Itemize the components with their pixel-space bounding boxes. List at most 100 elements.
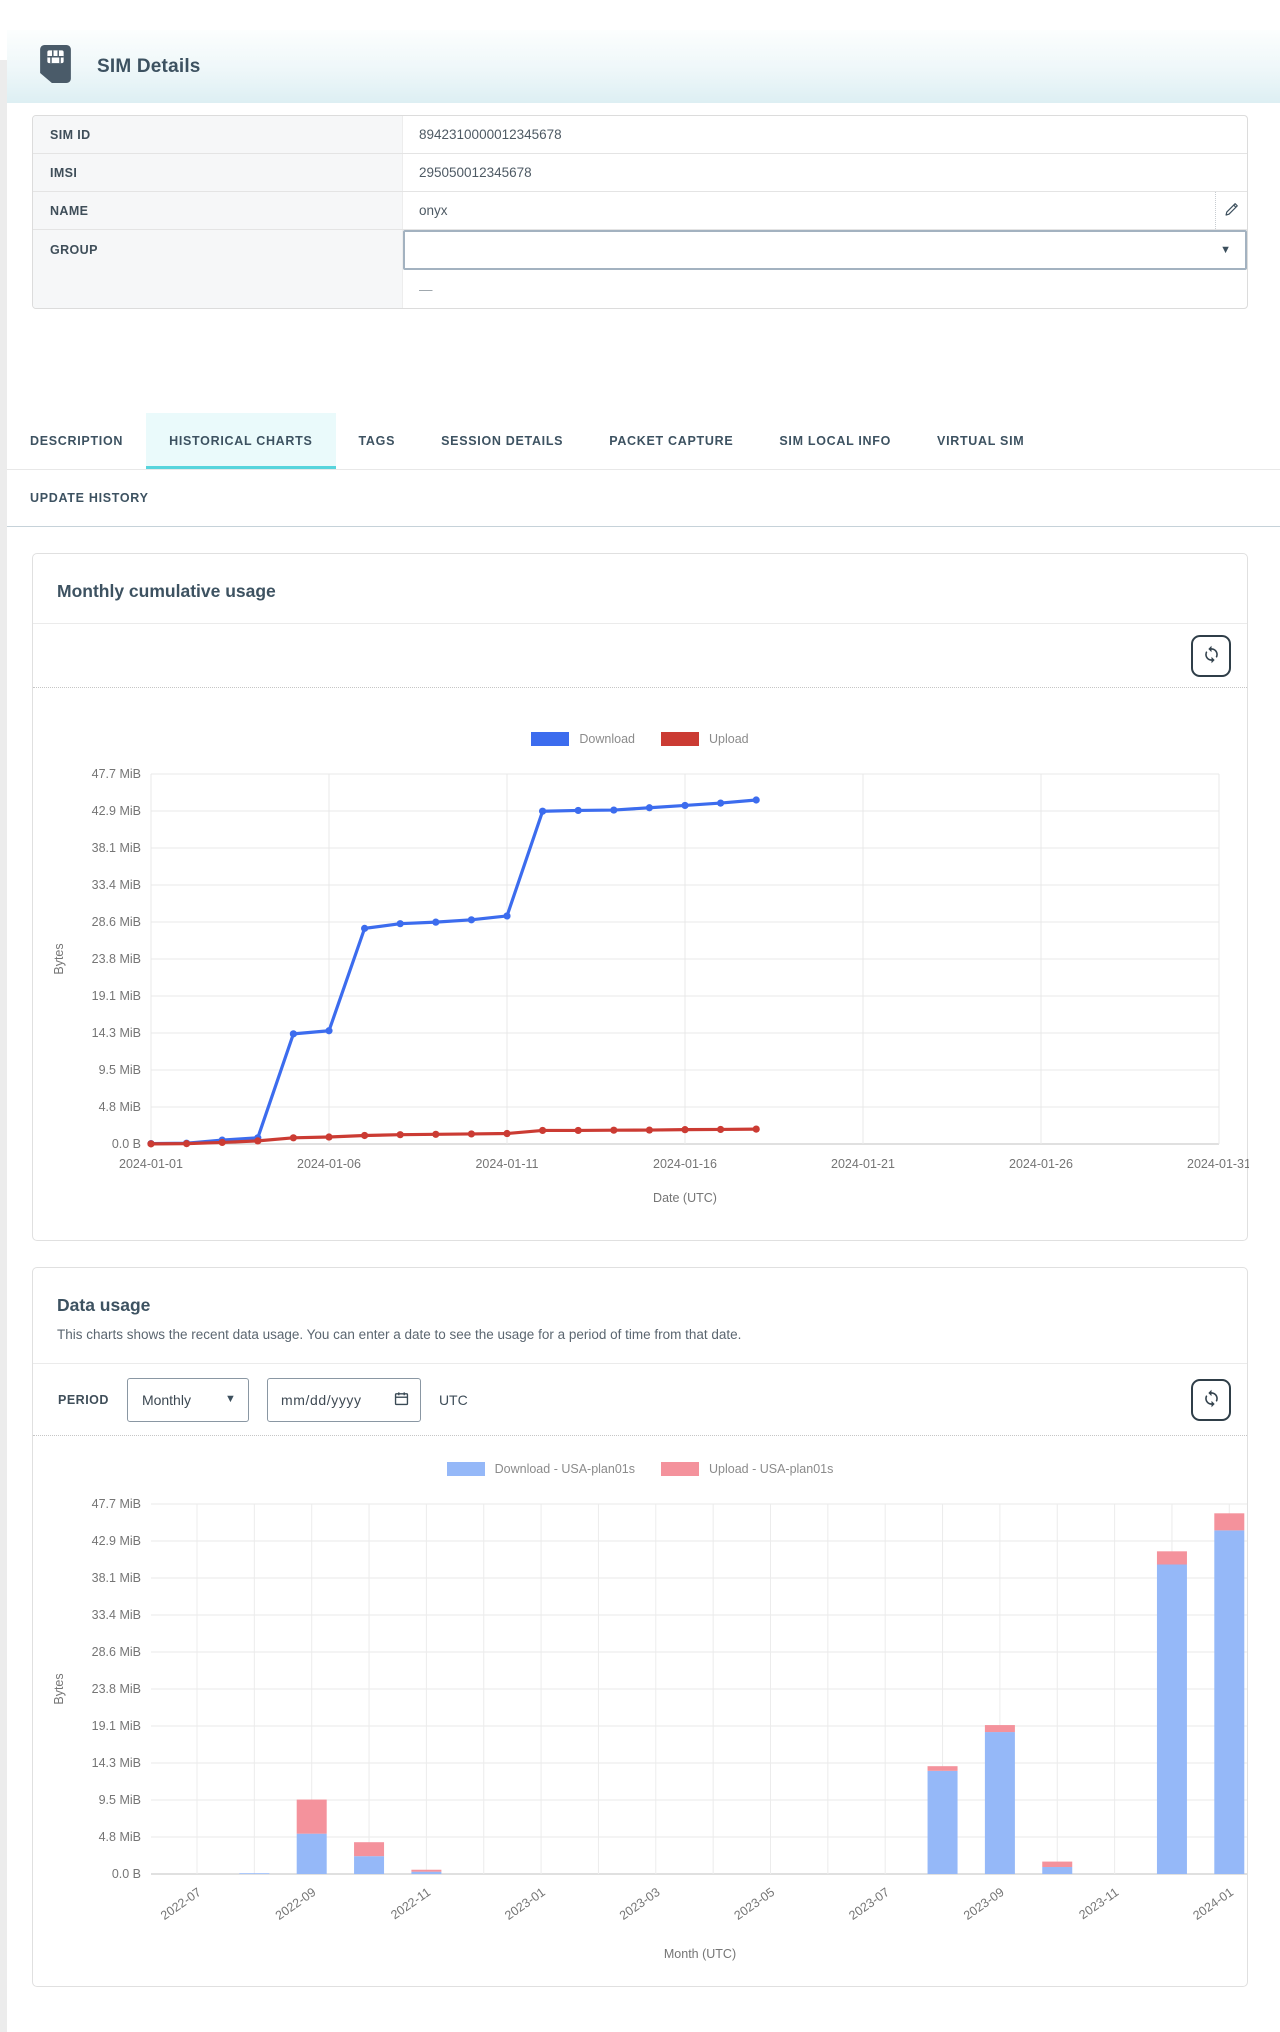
- edit-name-button[interactable]: [1215, 192, 1247, 229]
- calendar-icon: [393, 1390, 410, 1410]
- svg-text:28.6 MiB: 28.6 MiB: [92, 915, 141, 929]
- legend-item[interactable]: Upload - USA-plan01s: [661, 1462, 833, 1476]
- cumulative-chart-legend: Download Upload: [33, 732, 1247, 746]
- svg-text:Month (UTC): Month (UTC): [664, 1947, 736, 1961]
- period-select[interactable]: Monthly ▼: [127, 1378, 249, 1422]
- usage-bar-chart: 0.0 B4.8 MiB9.5 MiB14.3 MiB19.1 MiB23.8 …: [33, 1492, 1249, 1964]
- tab-sim-local-info[interactable]: SIM LOCAL INFO: [756, 413, 914, 469]
- tab-packet-capture[interactable]: PACKET CAPTURE: [586, 413, 756, 469]
- svg-text:2024-01: 2024-01: [1190, 1885, 1236, 1923]
- cumulative-line-chart: 0.0 B4.8 MiB9.5 MiB14.3 MiB19.1 MiB23.8 …: [33, 762, 1249, 1218]
- svg-text:2023-07: 2023-07: [846, 1885, 892, 1923]
- table-row-sim-id: SIM ID 8942310000012345678: [33, 116, 1247, 154]
- legend-item[interactable]: Upload: [661, 732, 749, 746]
- legend-label: Download - USA-plan01s: [495, 1462, 635, 1476]
- svg-text:Bytes: Bytes: [52, 943, 66, 974]
- name-value-cell: onyx: [403, 192, 1247, 229]
- svg-text:2023-09: 2023-09: [961, 1885, 1007, 1923]
- period-label: PERIOD: [58, 1393, 109, 1407]
- svg-text:38.1 MiB: 38.1 MiB: [92, 1571, 141, 1585]
- svg-text:33.4 MiB: 33.4 MiB: [92, 1608, 141, 1622]
- svg-text:Bytes: Bytes: [52, 1673, 66, 1704]
- timezone-label: UTC: [439, 1392, 468, 1408]
- svg-text:Date (UTC): Date (UTC): [653, 1191, 717, 1205]
- svg-text:42.9 MiB: 42.9 MiB: [92, 1534, 141, 1548]
- legend-item[interactable]: Download - USA-plan01s: [447, 1462, 635, 1476]
- svg-text:19.1 MiB: 19.1 MiB: [92, 989, 141, 1003]
- svg-text:23.8 MiB: 23.8 MiB: [92, 952, 141, 966]
- imsi-value: 295050012345678: [403, 154, 1247, 191]
- date-input[interactable]: mm/dd/yyyy: [267, 1378, 421, 1422]
- svg-text:0.0 B: 0.0 B: [112, 1867, 141, 1881]
- page-left-strip: [0, 60, 7, 2032]
- sim-info-table: SIM ID 8942310000012345678 IMSI 29505001…: [32, 115, 1248, 309]
- cumulative-usage-card: Monthly cumulative usage DownloadUpload …: [32, 553, 1248, 1241]
- sim-id-value: 8942310000012345678: [403, 116, 1247, 153]
- refresh-icon: [1202, 1389, 1221, 1411]
- svg-text:2022-11: 2022-11: [388, 1885, 433, 1922]
- refresh-button[interactable]: [1191, 635, 1231, 677]
- svg-text:4.8 MiB: 4.8 MiB: [99, 1100, 141, 1114]
- group-select[interactable]: ▼: [403, 230, 1247, 270]
- data-usage-card: Data usage This charts shows the recent …: [32, 1267, 1248, 1987]
- usage-controls: PERIOD Monthly ▼ mm/dd/yyyy UTC: [33, 1363, 1247, 1435]
- name-label: NAME: [33, 192, 403, 229]
- svg-text:14.3 MiB: 14.3 MiB: [92, 1026, 141, 1040]
- chevron-down-icon: ▼: [225, 1394, 236, 1405]
- legend-swatch: [661, 732, 699, 746]
- table-row-imsi: IMSI 295050012345678: [33, 154, 1247, 192]
- svg-text:4.8 MiB: 4.8 MiB: [99, 1830, 141, 1844]
- svg-text:47.7 MiB: 47.7 MiB: [92, 767, 141, 781]
- legend-label: Upload - USA-plan01s: [709, 1462, 833, 1476]
- svg-text:19.1 MiB: 19.1 MiB: [92, 1719, 141, 1733]
- refresh-button[interactable]: [1191, 1379, 1231, 1421]
- svg-text:2024-01-06: 2024-01-06: [297, 1157, 361, 1171]
- period-select-value: Monthly: [142, 1392, 191, 1408]
- tab-row-1: DESCRIPTION HISTORICAL CHARTS TAGS SESSI…: [7, 413, 1280, 470]
- group-empty-value: —: [403, 270, 1247, 308]
- usage-chart-area: Download - USA-plan01s Upload - USA-plan0…: [33, 1435, 1247, 1986]
- group-value-cell: ▼ —: [403, 230, 1247, 308]
- group-label: GROUP: [33, 230, 403, 308]
- usage-card-head: Data usage This charts shows the recent …: [33, 1268, 1247, 1363]
- cumulative-toolbar: [33, 623, 1247, 687]
- tab-historical-charts[interactable]: HISTORICAL CHARTS: [146, 413, 335, 469]
- tab-bar: DESCRIPTION HISTORICAL CHARTS TAGS SESSI…: [7, 413, 1280, 527]
- table-row-name: NAME onyx: [33, 192, 1247, 230]
- cumulative-card-title: Monthly cumulative usage: [57, 581, 1223, 602]
- svg-text:2022-09: 2022-09: [273, 1885, 319, 1923]
- svg-text:2024-01-21: 2024-01-21: [831, 1157, 895, 1171]
- svg-text:14.3 MiB: 14.3 MiB: [92, 1756, 141, 1770]
- svg-text:2023-03: 2023-03: [617, 1885, 663, 1923]
- tab-description[interactable]: DESCRIPTION: [7, 413, 146, 469]
- svg-text:2022-07: 2022-07: [158, 1885, 204, 1923]
- legend-swatch: [447, 1462, 485, 1476]
- svg-text:2024-01-26: 2024-01-26: [1009, 1157, 1073, 1171]
- svg-text:2024-01-11: 2024-01-11: [475, 1157, 538, 1171]
- svg-text:2024-01-01: 2024-01-01: [119, 1157, 183, 1171]
- usage-card-subtitle: This charts shows the recent data usage.…: [57, 1327, 1223, 1342]
- cumulative-chart-area: DownloadUpload 0.0 B4.8 MiB9.5 MiB14.3 M…: [33, 687, 1247, 1240]
- svg-text:47.7 MiB: 47.7 MiB: [92, 1497, 141, 1511]
- legend-label: Upload: [709, 732, 749, 746]
- refresh-icon: [1202, 645, 1221, 667]
- usage-chart-legend: Download - USA-plan01s Upload - USA-plan0…: [33, 1462, 1247, 1476]
- name-value: onyx: [419, 203, 448, 218]
- svg-text:23.8 MiB: 23.8 MiB: [92, 1682, 141, 1696]
- svg-text:2024-01-31: 2024-01-31: [1187, 1157, 1249, 1171]
- sim-id-label: SIM ID: [33, 116, 403, 153]
- table-row-group: GROUP ▼ —: [33, 230, 1247, 308]
- tab-virtual-sim[interactable]: VIRTUAL SIM: [914, 413, 1047, 469]
- svg-text:2024-01-16: 2024-01-16: [653, 1157, 717, 1171]
- date-placeholder: mm/dd/yyyy: [281, 1392, 362, 1408]
- svg-text:2023-01: 2023-01: [502, 1885, 548, 1923]
- pencil-icon: [1224, 201, 1240, 220]
- svg-text:38.1 MiB: 38.1 MiB: [92, 841, 141, 855]
- legend-swatch: [531, 732, 569, 746]
- tab-session-details[interactable]: SESSION DETAILS: [418, 413, 586, 469]
- tab-update-history[interactable]: UPDATE HISTORY: [7, 470, 172, 526]
- chevron-down-icon: ▼: [1220, 245, 1231, 256]
- tab-tags[interactable]: TAGS: [336, 413, 419, 469]
- sim-icon: [40, 45, 71, 88]
- legend-item[interactable]: Download: [531, 732, 635, 746]
